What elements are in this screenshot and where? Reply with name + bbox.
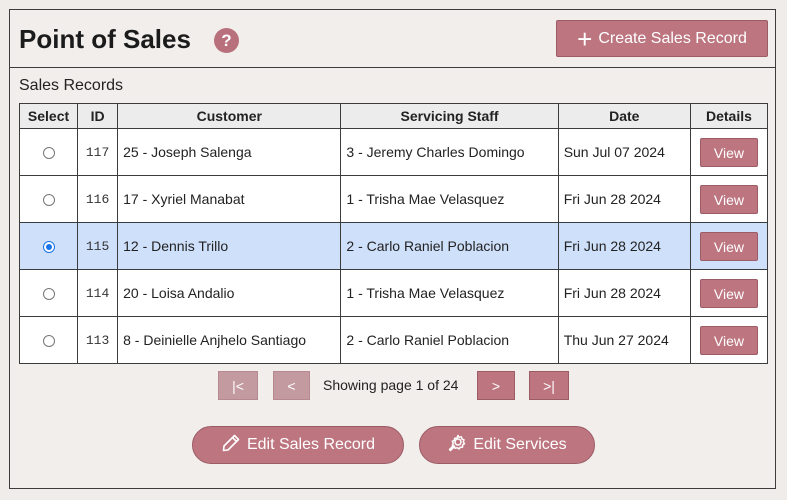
staff-cell: 3 - Jeremy Charles Domingo [340,128,559,176]
row-select-radio[interactable] [42,288,55,301]
select-cell [18,222,79,270]
record-id: 115 [77,222,119,270]
date-cell: Fri Jun 28 2024 [557,222,691,270]
plus-icon: + [577,23,593,54]
date-cell: Fri Jun 28 2024 [557,175,691,223]
create-sales-record-button[interactable]: + Create Sales Record [556,20,768,57]
edit-services-label: Edit Services [473,436,567,453]
view-button[interactable]: View [699,325,758,355]
sales-records-table: Select ID Customer Servicing Staff Date … [18,103,769,364]
edit-services-button[interactable]: Edit Services [419,426,595,464]
column-header-customer: Customer [117,103,342,129]
row-select-radio[interactable] [42,241,55,254]
details-cell: View [689,128,769,176]
details-cell: View [689,222,769,270]
page-status: Showing page 1 of 24 [323,377,459,393]
details-cell: View [689,175,769,223]
help-icon[interactable]: ? [214,28,239,53]
record-id: 116 [77,175,119,223]
staff-cell: 2 - Carlo Raniel Poblacion [340,222,559,270]
select-cell [18,269,79,317]
record-id: 117 [77,128,119,176]
staff-cell: 2 - Carlo Raniel Poblacion [340,316,559,364]
view-button[interactable]: View [699,137,758,167]
view-button[interactable]: View [699,231,758,261]
edit-sales-record-label: Edit Sales Record [246,436,376,453]
table-row[interactable]: 117 25 - Joseph Salenga 3 - Jeremy Charl… [18,128,769,176]
staff-cell: 1 - Trisha Mae Velasquez [340,175,559,223]
point-of-sales-window: Point of Sales ? + Create Sales Record S… [9,9,776,489]
create-sales-record-label: Create Sales Record [598,29,747,47]
date-cell: Thu Jun 27 2024 [557,316,691,364]
table-row[interactable]: 114 20 - Loisa Andalio 1 - Trisha Mae Ve… [18,269,769,317]
select-cell [18,316,79,364]
customer-cell: 25 - Joseph Salenga [117,128,342,176]
section-title: Sales Records [19,77,124,94]
column-header-id: ID [77,103,119,129]
record-id: 114 [77,269,119,317]
row-select-radio[interactable] [42,147,55,160]
record-id: 113 [77,316,119,364]
customer-cell: 20 - Loisa Andalio [117,269,342,317]
edit-sales-record-button[interactable]: Edit Sales Record [192,426,404,464]
next-page-button[interactable]: > [477,371,515,400]
page-title: Point of Sales [19,24,191,54]
column-header-date: Date [557,103,691,129]
date-cell: Sun Jul 07 2024 [557,128,691,176]
prev-page-button[interactable]: < [273,371,310,400]
table-row[interactable]: 113 8 - Deinielle Anjhelo Santiago 2 - C… [18,316,769,364]
details-cell: View [689,269,769,317]
date-cell: Fri Jun 28 2024 [557,269,691,317]
column-header-select: Select [18,103,79,129]
table-header-row: Select ID Customer Servicing Staff Date … [18,103,769,129]
gear-wrench-icon [447,433,467,458]
customer-cell: 17 - Xyriel Manabat [117,175,342,223]
table-row[interactable]: 116 17 - Xyriel Manabat 1 - Trisha Mae V… [18,175,769,223]
select-cell [18,128,79,176]
pencil-icon [221,433,241,458]
header: Point of Sales ? + Create Sales Record [10,10,775,68]
column-header-details: Details [689,103,769,129]
row-select-radio[interactable] [42,194,55,207]
row-select-radio[interactable] [42,335,55,348]
select-cell [18,175,79,223]
staff-cell: 1 - Trisha Mae Velasquez [340,269,559,317]
pagination: |< < Showing page 1 of 24 > >| [10,371,775,401]
column-header-staff: Servicing Staff [340,103,559,129]
customer-cell: 8 - Deinielle Anjhelo Santiago [117,316,342,364]
table-row-selected[interactable]: 115 12 - Dennis Trillo 2 - Carlo Raniel … [18,222,769,270]
customer-cell: 12 - Dennis Trillo [117,222,342,270]
view-button[interactable]: View [699,184,758,214]
details-cell: View [689,316,769,364]
last-page-button[interactable]: >| [529,371,569,400]
view-button[interactable]: View [699,278,758,308]
first-page-button[interactable]: |< [218,371,258,400]
